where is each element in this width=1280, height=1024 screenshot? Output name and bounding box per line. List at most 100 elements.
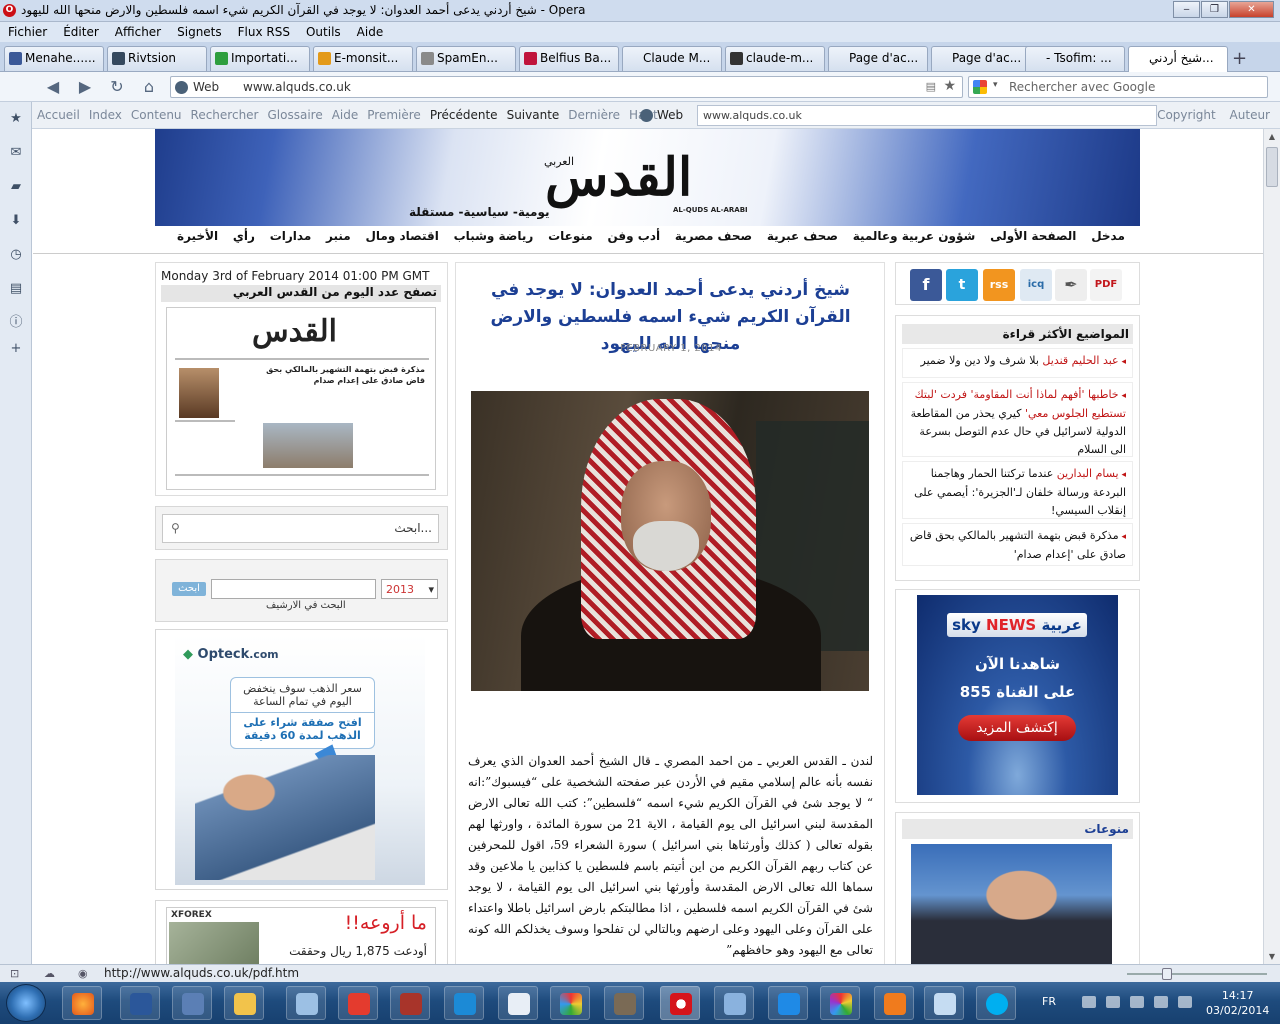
clock[interactable]: 14:17 03/02/2014 bbox=[1206, 988, 1269, 1018]
vertical-scrollbar[interactable]: ▲ ▼ bbox=[1263, 129, 1280, 964]
minimize-button[interactable]: ‒ bbox=[1173, 1, 1200, 18]
opera-unite-cloud-icon[interactable]: ☁ bbox=[44, 967, 55, 980]
tab-importation[interactable]: Importati... bbox=[210, 46, 310, 71]
opteck-ad[interactable]: ◆ Opteck.com سعر الذهب سوف ينخفض اليوم ف… bbox=[175, 635, 425, 885]
nav-auteur[interactable]: Auteur bbox=[1230, 108, 1270, 122]
site-nav-item[interactable]: صحف عبرية bbox=[767, 229, 838, 249]
twitter-icon[interactable]: t bbox=[946, 269, 978, 301]
tray-icon[interactable] bbox=[1082, 996, 1096, 1008]
mini-address-field[interactable]: www.alquds.co.uk bbox=[697, 105, 1157, 126]
site-nav-item[interactable]: الأخيرة bbox=[177, 229, 218, 249]
sky-cta-button[interactable]: إكتشف المزيد bbox=[958, 715, 1076, 741]
archive-search-input[interactable] bbox=[211, 579, 376, 599]
zoom-slider[interactable] bbox=[1127, 968, 1267, 980]
tab-menahe[interactable]: Menahe...... bbox=[4, 46, 104, 71]
address-url[interactable]: www.alquds.co.uk bbox=[243, 80, 351, 94]
most-read-item[interactable]: خاطبها 'أفهم لماذا أنت المقاومة' فردت 'ل… bbox=[902, 382, 1133, 457]
site-nav-item[interactable]: شؤون عربية وعالمية bbox=[853, 229, 976, 249]
address-field[interactable]: Web www.alquds.co.uk ▤ ★ bbox=[170, 76, 963, 98]
tab-tsofim[interactable]: - Tsofim: ... bbox=[1025, 46, 1125, 71]
word-icon[interactable] bbox=[120, 986, 160, 1020]
firefox-icon[interactable] bbox=[62, 986, 102, 1020]
book-app-icon[interactable] bbox=[390, 986, 430, 1020]
star-app-icon[interactable] bbox=[444, 986, 484, 1020]
nav-precedente[interactable]: Précédente bbox=[430, 108, 498, 122]
misc-photo[interactable] bbox=[911, 844, 1112, 964]
tab-claude-m[interactable]: Claude M... bbox=[622, 46, 722, 71]
reload-icon[interactable]: ↻ bbox=[106, 76, 128, 98]
dictionary-icon[interactable] bbox=[498, 986, 538, 1020]
facebook-icon[interactable]: f bbox=[910, 269, 942, 301]
menu-outils[interactable]: Outils bbox=[298, 22, 349, 42]
internet-explorer-icon[interactable] bbox=[768, 986, 808, 1020]
menu-afficher[interactable]: Afficher bbox=[107, 22, 169, 42]
app-icon[interactable] bbox=[286, 986, 326, 1020]
skype-icon[interactable] bbox=[976, 986, 1016, 1020]
menu-signets[interactable]: Signets bbox=[169, 22, 230, 42]
site-nav-item[interactable]: مدارات bbox=[270, 229, 312, 249]
volume-icon[interactable] bbox=[1154, 996, 1168, 1008]
tab-belfius[interactable]: Belfius Ba... bbox=[519, 46, 619, 71]
scrollbar-thumb[interactable] bbox=[1266, 147, 1278, 187]
nav-contenu[interactable]: Contenu bbox=[131, 108, 182, 122]
site-nav-item[interactable]: رأي bbox=[233, 229, 255, 249]
scroll-down-arrow-icon[interactable]: ▼ bbox=[1264, 949, 1280, 964]
bookmarks-star-icon[interactable]: ★ bbox=[8, 112, 24, 126]
most-read-item[interactable]: مذكرة قبض بتهمة التشهير بالمالكي بحق قاض… bbox=[902, 523, 1133, 566]
nav-derniere[interactable]: Dernière bbox=[568, 108, 620, 122]
archive-search-button[interactable]: ابحث bbox=[172, 582, 206, 596]
icq-icon[interactable]: icq bbox=[1020, 269, 1052, 301]
search-icon[interactable]: ⚲ bbox=[171, 521, 180, 535]
menu-aide[interactable]: Aide bbox=[349, 22, 392, 42]
picasa-icon[interactable] bbox=[820, 986, 860, 1020]
start-button[interactable] bbox=[6, 984, 46, 1022]
history-clock-icon[interactable]: ◷ bbox=[8, 248, 24, 262]
tab-page-accueil[interactable]: Page d'ac... bbox=[828, 46, 928, 71]
pdf-adobe-icon[interactable]: PDF bbox=[1090, 269, 1122, 301]
folder-icon[interactable] bbox=[224, 986, 264, 1020]
new-tab-button[interactable]: + bbox=[1232, 48, 1247, 69]
most-read-item[interactable]: يسام البدارين عندما تركتنا الحمار وهاجمن… bbox=[902, 461, 1133, 519]
tab-rivtsion[interactable]: Rivtsion bbox=[107, 46, 207, 71]
nav-premiere[interactable]: Première bbox=[367, 108, 421, 122]
app-icon[interactable] bbox=[714, 986, 754, 1020]
mail-icon[interactable]: ✉ bbox=[8, 146, 24, 160]
nav-rechercher[interactable]: Rechercher bbox=[191, 108, 259, 122]
rss-feed-icon[interactable]: rss bbox=[983, 269, 1015, 301]
close-button[interactable]: ✕ bbox=[1229, 1, 1274, 18]
zoom-slider-handle[interactable] bbox=[1162, 968, 1172, 980]
menu-editer[interactable]: Éditer bbox=[55, 22, 107, 42]
paint-icon[interactable] bbox=[550, 986, 590, 1020]
sky-news-ad[interactable]: sky NEWS عربية شاهدنا الآن على القناة 85… bbox=[917, 595, 1118, 795]
chevron-down-icon[interactable]: ▾ bbox=[993, 80, 998, 90]
opera-taskbar-icon[interactable] bbox=[660, 986, 700, 1020]
downloads-icon[interactable]: ⬇ bbox=[8, 214, 24, 228]
tab-claude-m-2[interactable]: claude-m... bbox=[725, 46, 825, 71]
menu-flux-rss[interactable]: Flux RSS bbox=[230, 22, 298, 42]
gimp-icon[interactable] bbox=[604, 986, 644, 1020]
notes-icon[interactable]: ▰ bbox=[8, 180, 24, 194]
site-nav-item[interactable]: منبر bbox=[326, 229, 351, 249]
panel-toggle-icon[interactable]: ⊡ bbox=[10, 967, 19, 980]
site-nav-item[interactable]: رياضة وشباب bbox=[454, 229, 534, 249]
write-pen-icon[interactable]: ✒ bbox=[1055, 269, 1087, 301]
pro-app-icon[interactable] bbox=[172, 986, 212, 1020]
archive-year-select[interactable]: 2013 bbox=[381, 579, 438, 599]
network-icon[interactable] bbox=[1130, 996, 1144, 1008]
tab-active-alquds[interactable]: شيخ أردني... bbox=[1128, 46, 1228, 72]
site-search-input[interactable]: ابحث... ⚲ bbox=[162, 514, 439, 543]
info-icon[interactable]: ⓘ bbox=[8, 316, 24, 330]
site-nav-item[interactable]: الصفحة الأولى bbox=[990, 229, 1076, 249]
search-field[interactable]: ▾ Rechercher avec Google bbox=[968, 76, 1268, 98]
site-nav-item[interactable]: مدخل bbox=[1091, 229, 1125, 249]
site-nav-item[interactable]: صحف مصرية bbox=[675, 229, 752, 249]
nav-aide[interactable]: Aide bbox=[332, 108, 359, 122]
forward-arrow-icon[interactable]: ▶ bbox=[74, 76, 96, 98]
nav-accueil[interactable]: Accueil bbox=[37, 108, 80, 122]
speed-dial-icon[interactable]: ◉ bbox=[78, 967, 88, 980]
app-icon[interactable] bbox=[924, 986, 964, 1020]
home-icon[interactable]: ⌂ bbox=[138, 76, 160, 98]
panels-icon[interactable]: ▤ bbox=[8, 282, 24, 296]
nav-index[interactable]: Index bbox=[89, 108, 122, 122]
site-banner[interactable]: القدس العربي AL-QUDS AL-ARABI يومية- سيا… bbox=[155, 129, 1140, 226]
